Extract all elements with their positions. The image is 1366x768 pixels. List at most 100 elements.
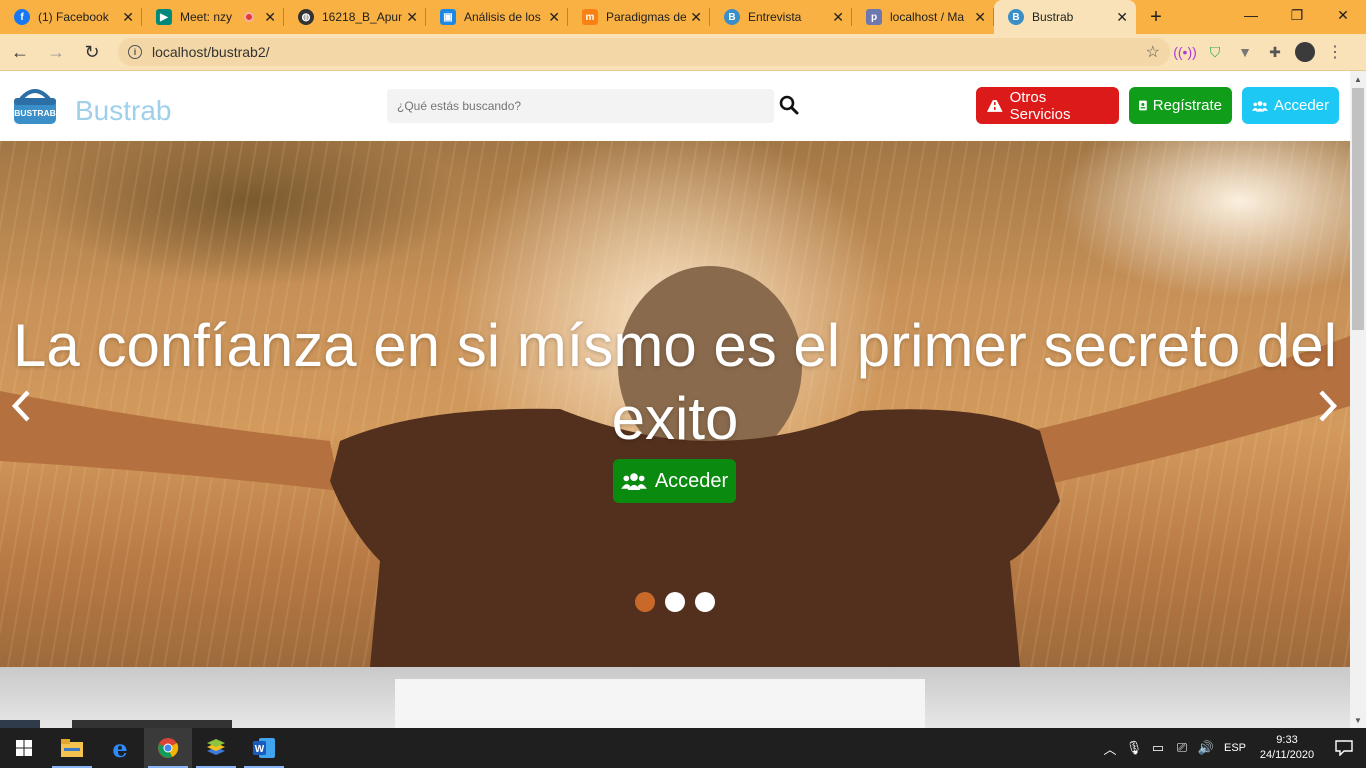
tab-title: Meet: nzy <box>180 10 233 24</box>
page-scrollbar[interactable]: ▲ ▼ <box>1350 71 1366 728</box>
cast-icon[interactable]: ((•)) <box>1170 37 1200 67</box>
network-icon[interactable]: ⎚ <box>1170 740 1194 756</box>
file-explorer-icon[interactable] <box>48 728 96 768</box>
shield-icon[interactable]: ⛉ <box>1200 37 1230 67</box>
recording-icon <box>244 12 255 22</box>
carousel-dot[interactable] <box>665 592 685 612</box>
button-label: Regístrate <box>1152 97 1222 114</box>
clock-date: 24/11/2020 <box>1259 749 1315 761</box>
close-icon[interactable]: ✕ <box>832 9 844 26</box>
close-icon[interactable]: ✕ <box>406 9 418 26</box>
tab-title: Entrevista <box>748 10 802 24</box>
svg-text:W: W <box>255 744 265 755</box>
office-wall <box>395 679 925 728</box>
carousel-next-icon[interactable] <box>1313 386 1343 426</box>
tab-bustrab[interactable]: B Bustrab ✕ <box>994 0 1136 34</box>
vue-devtools-icon[interactable]: ▼ <box>1230 37 1260 67</box>
button-label: Acceder <box>1273 97 1329 114</box>
classroom-icon: ▣ <box>440 9 456 25</box>
bustrab-icon: B <box>1008 9 1024 25</box>
login-button[interactable]: Acceder <box>1242 87 1339 124</box>
carousel-dot[interactable] <box>695 592 715 612</box>
other-services-button[interactable]: Otros Servicios <box>976 87 1119 124</box>
word-icon[interactable]: W <box>240 728 288 768</box>
volume-icon[interactable]: 🔊 <box>1194 740 1218 756</box>
site-header: BUSTRAB Bustrab Otros Servicios Regístra… <box>0 71 1350 141</box>
monitor-shape <box>72 720 232 728</box>
hero-login-button[interactable]: Acceder <box>613 459 736 503</box>
bookmark-star-icon[interactable]: ☆ <box>1146 42 1160 62</box>
edge-icon[interactable]: e <box>96 728 144 768</box>
chevron-up-icon[interactable]: ︿ <box>1098 739 1122 758</box>
hero-carousel: La confíanza en si mísmo es el primer se… <box>0 141 1350 667</box>
tab-phpmyadmin[interactable]: p localhost / Ma ✕ <box>852 0 994 34</box>
restore-icon[interactable]: ❐ <box>1274 0 1320 30</box>
new-tab-button[interactable]: + <box>1136 0 1176 34</box>
reload-icon[interactable]: ↻ <box>76 36 108 68</box>
notification-center-icon[interactable] <box>1322 740 1366 756</box>
minimize-icon[interactable]: — <box>1228 0 1274 30</box>
button-label: Acceder <box>654 469 729 492</box>
button-label: Otros Servicios <box>1009 88 1071 123</box>
svg-text:BUSTRAB: BUSTRAB <box>14 108 56 118</box>
tab-title: localhost / Ma <box>890 10 965 24</box>
scroll-thumb[interactable] <box>1352 88 1364 330</box>
close-icon[interactable]: ✕ <box>690 9 702 26</box>
moodle-icon: m <box>582 9 598 25</box>
tab-facebook[interactable]: f (1) Facebook ✕ <box>0 0 142 34</box>
close-icon[interactable]: ✕ <box>1116 9 1128 26</box>
tab-title: 16218_B_Apun <box>322 10 403 24</box>
users-icon <box>620 473 647 490</box>
system-clock[interactable]: 9:33 24/11/2020 <box>1252 733 1322 763</box>
close-window-icon[interactable]: ✕ <box>1320 0 1366 30</box>
tab-title: (1) Facebook <box>38 10 109 24</box>
browser-toolbar: ← → ↻ i localhost/bustrab2/ ☆ ((•)) ⛉ ▼ … <box>0 34 1366 71</box>
clock-time: 9:33 <box>1276 734 1298 746</box>
close-icon[interactable]: ✕ <box>264 9 276 26</box>
back-icon[interactable]: ← <box>4 36 36 68</box>
scroll-up-icon[interactable]: ▲ <box>1350 71 1366 87</box>
browser-tab-strip: f (1) Facebook ✕ ▶ Meet: nzy ✕ ◍ 16218_B… <box>0 0 1366 34</box>
battery-icon[interactable]: ▭ <box>1146 740 1170 756</box>
carousel-indicators <box>635 592 715 612</box>
id-badge-icon <box>1139 100 1147 111</box>
close-icon[interactable]: ✕ <box>974 9 986 26</box>
url-text: localhost/bustrab2/ <box>152 44 270 60</box>
tab-analisis[interactable]: ▣ Análisis de los ✕ <box>426 0 568 34</box>
search-icon[interactable] <box>778 94 800 116</box>
forward-icon[interactable]: → <box>40 36 72 68</box>
register-button[interactable]: Regístrate <box>1129 87 1232 124</box>
meet-icon: ▶ <box>156 9 172 25</box>
start-icon[interactable] <box>0 728 48 768</box>
chrome-icon[interactable] <box>144 728 192 768</box>
close-icon[interactable]: ✕ <box>122 9 134 26</box>
bluestacks-icon[interactable] <box>192 728 240 768</box>
next-section-image <box>0 667 1350 728</box>
users-icon <box>1252 100 1268 112</box>
hero-headline: La confíanza en si mísmo es el primer se… <box>13 312 1337 452</box>
close-icon[interactable]: ✕ <box>548 9 560 26</box>
scroll-down-icon[interactable]: ▼ <box>1350 712 1366 728</box>
bustrab-icon: B <box>724 9 740 25</box>
road-icon <box>986 99 1003 112</box>
tab-title: Paradigmas de <box>606 10 687 24</box>
tab-meet[interactable]: ▶ Meet: nzy ✕ <box>142 0 284 34</box>
phpmyadmin-icon: p <box>866 9 882 25</box>
info-icon[interactable]: i <box>128 45 142 59</box>
microphone-icon[interactable]: 🎙 <box>1122 740 1146 756</box>
extensions-icon[interactable]: ✚ <box>1260 37 1290 67</box>
bustrab-logo[interactable]: BUSTRAB <box>12 85 58 127</box>
system-tray: ︿ 🎙 ▭ ⎚ 🔊 ESP 9:33 24/11/2020 <box>1098 728 1366 768</box>
profile-avatar[interactable] <box>1290 37 1320 67</box>
search-input[interactable] <box>387 89 774 123</box>
tab-entrevista[interactable]: B Entrevista ✕ <box>710 0 852 34</box>
tab-paradigmas[interactable]: m Paradigmas de ✕ <box>568 0 710 34</box>
brand-name[interactable]: Bustrab <box>75 95 172 127</box>
carousel-dot[interactable] <box>635 592 655 612</box>
menu-icon[interactable]: ⋮ <box>1320 37 1350 67</box>
tab-apuntes[interactable]: ◍ 16218_B_Apun ✕ <box>284 0 426 34</box>
address-bar[interactable]: i localhost/bustrab2/ ☆ <box>118 38 1170 66</box>
window-controls: — ❐ ✕ <box>1228 0 1366 30</box>
language-indicator[interactable]: ESP <box>1218 742 1252 754</box>
monitor-shape <box>0 720 40 728</box>
